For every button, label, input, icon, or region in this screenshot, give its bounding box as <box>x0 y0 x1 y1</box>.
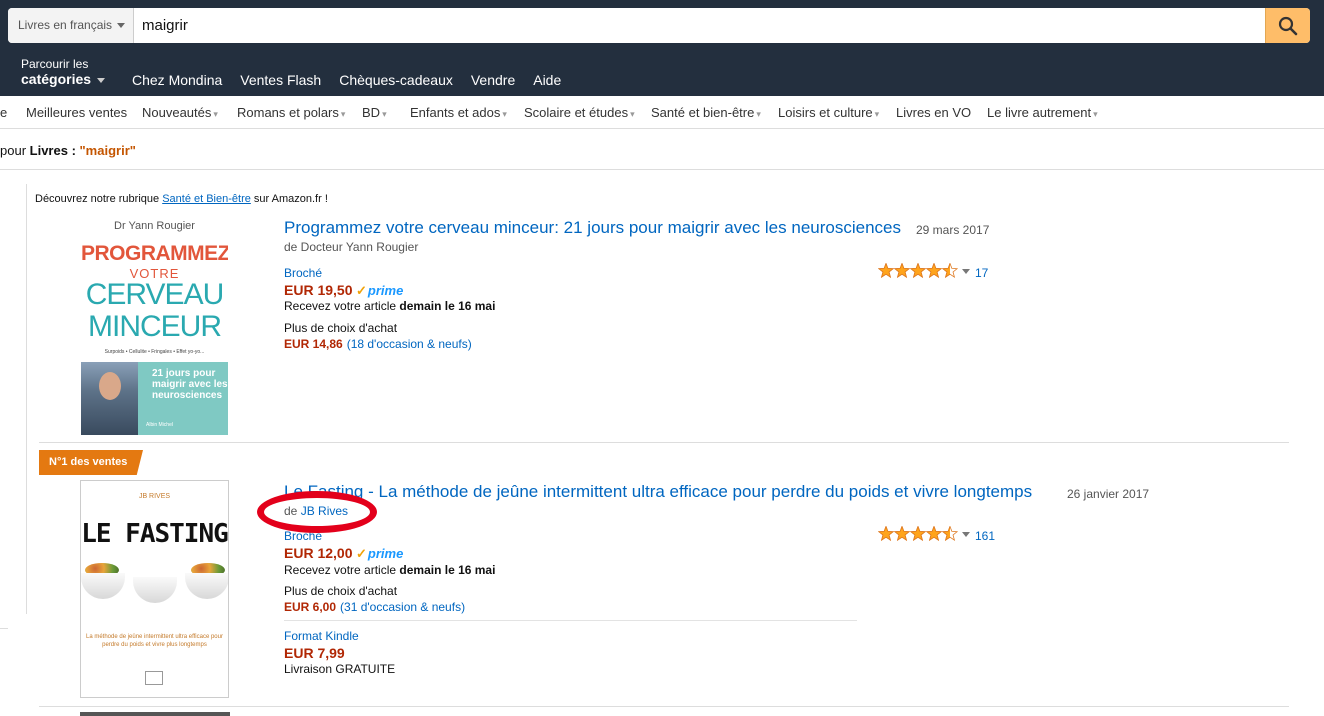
chevron-down-icon: ▾ <box>630 109 635 119</box>
star-icon <box>878 526 895 541</box>
star-icon <box>893 263 911 278</box>
check-icon: ✓ <box>356 546 367 561</box>
product-cover-image[interactable] <box>80 712 230 716</box>
delivery-info: Recevez votre article demain le 16 mai <box>284 299 496 313</box>
review-count[interactable]: 17 <box>975 266 988 280</box>
nav-chez-mondina[interactable]: Chez Mondina <box>132 72 222 90</box>
results-category: Livres <box>29 143 68 158</box>
prime-badge: ✓prime <box>356 546 404 561</box>
format-link[interactable]: Broché <box>284 266 322 280</box>
cover-box: 21 jours pour maigrir avec les neuroscie… <box>138 362 228 435</box>
nav-ventes-flash[interactable]: Ventes Flash <box>240 72 321 90</box>
used-offers: EUR 6,00 (31 d'occasion & neufs) <box>284 600 465 614</box>
star-icon <box>878 263 895 278</box>
chevron-down-icon: ▾ <box>502 109 507 119</box>
star-rating[interactable] <box>878 263 958 279</box>
used-offers-link[interactable]: (18 d'occasion & neufs) <box>347 337 472 351</box>
used-offers-link[interactable]: (31 d'occasion & neufs) <box>340 600 465 614</box>
result-divider <box>39 706 1289 707</box>
star-icon <box>925 526 943 541</box>
search-bar: Livres en français <box>8 8 1310 43</box>
chevron-down-icon: ▾ <box>213 109 218 119</box>
promo-link[interactable]: Santé et Bien-être <box>162 193 251 205</box>
browse-line1: Parcourir les <box>21 57 89 71</box>
subnav-nouveautes[interactable]: Nouveautés ▾ <box>142 105 218 120</box>
more-choices-label: Plus de choix d'achat <box>284 321 398 335</box>
publisher-logo <box>145 671 163 685</box>
promo-banner: Découvrez notre rubrique Santé et Bien-ê… <box>35 193 328 205</box>
chevron-down-icon <box>97 77 106 83</box>
subnav-meilleures-ventes[interactable]: Meilleures ventes <box>26 105 127 120</box>
product-title[interactable]: Le Fasting - La méthode de jeûne intermi… <box>284 482 1032 502</box>
product-title[interactable]: Programmez votre cerveau minceur: 21 jou… <box>284 218 901 238</box>
subnav-livre-autrement[interactable]: Le livre autrement ▾ <box>987 105 1098 120</box>
nav-aide[interactable]: Aide <box>533 72 561 90</box>
used-price[interactable]: EUR 6,00 <box>284 600 336 614</box>
browse-categories[interactable]: Parcourir les catégories <box>21 57 106 87</box>
product-date: 26 janvier 2017 <box>1067 487 1150 501</box>
subnav-stub[interactable]: e <box>0 105 7 120</box>
nav-vendre[interactable]: Vendre <box>471 72 515 90</box>
review-count[interactable]: 161 <box>975 529 995 543</box>
subnav-bd[interactable]: BD ▾ <box>362 105 387 120</box>
used-price[interactable]: EUR 14,86 <box>284 337 343 351</box>
chevron-down-icon[interactable] <box>962 532 970 537</box>
star-icon <box>909 263 927 278</box>
subnav-livres-vo[interactable]: Livres en VO <box>896 105 971 120</box>
kindle-format-link[interactable]: Format Kindle <box>284 629 359 643</box>
results-info-bar: pour Livres : "maigrir" <box>0 130 1324 170</box>
result-divider <box>39 442 1289 443</box>
annotation-circle <box>257 491 377 533</box>
delivery-info: Recevez votre article demain le 16 mai <box>284 563 496 577</box>
product-price[interactable]: EUR 12,00 <box>284 545 352 561</box>
top-nav: Chez Mondina Ventes Flash Chèques-cadeau… <box>132 72 561 90</box>
used-offers: EUR 14,86 (18 d'occasion & neufs) <box>284 337 472 351</box>
subnav-enfants-ados[interactable]: Enfants et ados ▾ <box>410 105 507 120</box>
search-category-label: Livres en français <box>18 18 113 32</box>
product-price[interactable]: EUR 19,50 <box>284 282 352 298</box>
results-keyword: "maigrir" <box>79 143 136 158</box>
chevron-down-icon: ▾ <box>340 109 346 119</box>
product-date: 29 mars 2017 <box>916 223 990 237</box>
chevron-down-icon: ▾ <box>1093 109 1098 119</box>
results-summary: pour Livres : "maigrir" <box>0 143 136 158</box>
star-icon <box>893 526 911 541</box>
bestseller-badge[interactable]: N°1 des ventes <box>39 450 143 475</box>
subnav-romans-polars[interactable]: Romans et polars ▾ <box>237 105 345 120</box>
product-cover-image[interactable]: JB RIVES LE FASTING La méthode de jeûne … <box>80 480 229 698</box>
left-rail-divider <box>0 628 8 629</box>
browse-line2: catégories <box>21 71 92 87</box>
search-input[interactable] <box>134 8 1264 43</box>
chevron-down-icon: ▾ <box>756 109 761 119</box>
search-icon <box>1278 16 1298 36</box>
search-category-dropdown[interactable]: Livres en français <box>8 8 134 43</box>
category-subnav: e Meilleures ventes Nouveautés ▾ Romans e… <box>0 96 1324 129</box>
nav-cheques-cadeaux[interactable]: Chèques-cadeaux <box>339 72 453 90</box>
more-choices-label: Plus de choix d'achat <box>284 584 398 598</box>
product-cover-image[interactable]: Dr Yann Rougier PROGRAMMEZ VOTRE CERVEAU… <box>81 214 228 435</box>
kindle-delivery: Livraison GRATUITE <box>284 662 396 676</box>
star-icon <box>925 263 943 278</box>
star-rating[interactable] <box>878 526 958 542</box>
kindle-price[interactable]: EUR 7,99 <box>284 645 345 661</box>
format-divider <box>284 620 857 621</box>
search-button[interactable] <box>1265 8 1310 43</box>
chevron-down-icon: ▾ <box>382 109 387 119</box>
top-header: Livres en français Parcourir les catégor… <box>0 0 1324 96</box>
prime-badge: ✓prime <box>356 283 404 298</box>
star-icon <box>909 526 927 541</box>
author-photo <box>81 362 138 435</box>
subnav-loisirs-culture[interactable]: Loisirs et culture ▾ <box>778 105 879 120</box>
check-icon: ✓ <box>356 283 367 298</box>
chevron-down-icon <box>117 23 125 28</box>
product-author: de Docteur Yann Rougier <box>284 240 419 254</box>
left-rail-divider <box>26 184 27 614</box>
chevron-down-icon: ▾ <box>874 109 880 119</box>
subnav-sante-bien-etre[interactable]: Santé et bien-être ▾ <box>651 105 761 120</box>
subnav-scolaire-etudes[interactable]: Scolaire et études ▾ <box>524 105 635 120</box>
chevron-down-icon[interactable] <box>962 269 970 274</box>
